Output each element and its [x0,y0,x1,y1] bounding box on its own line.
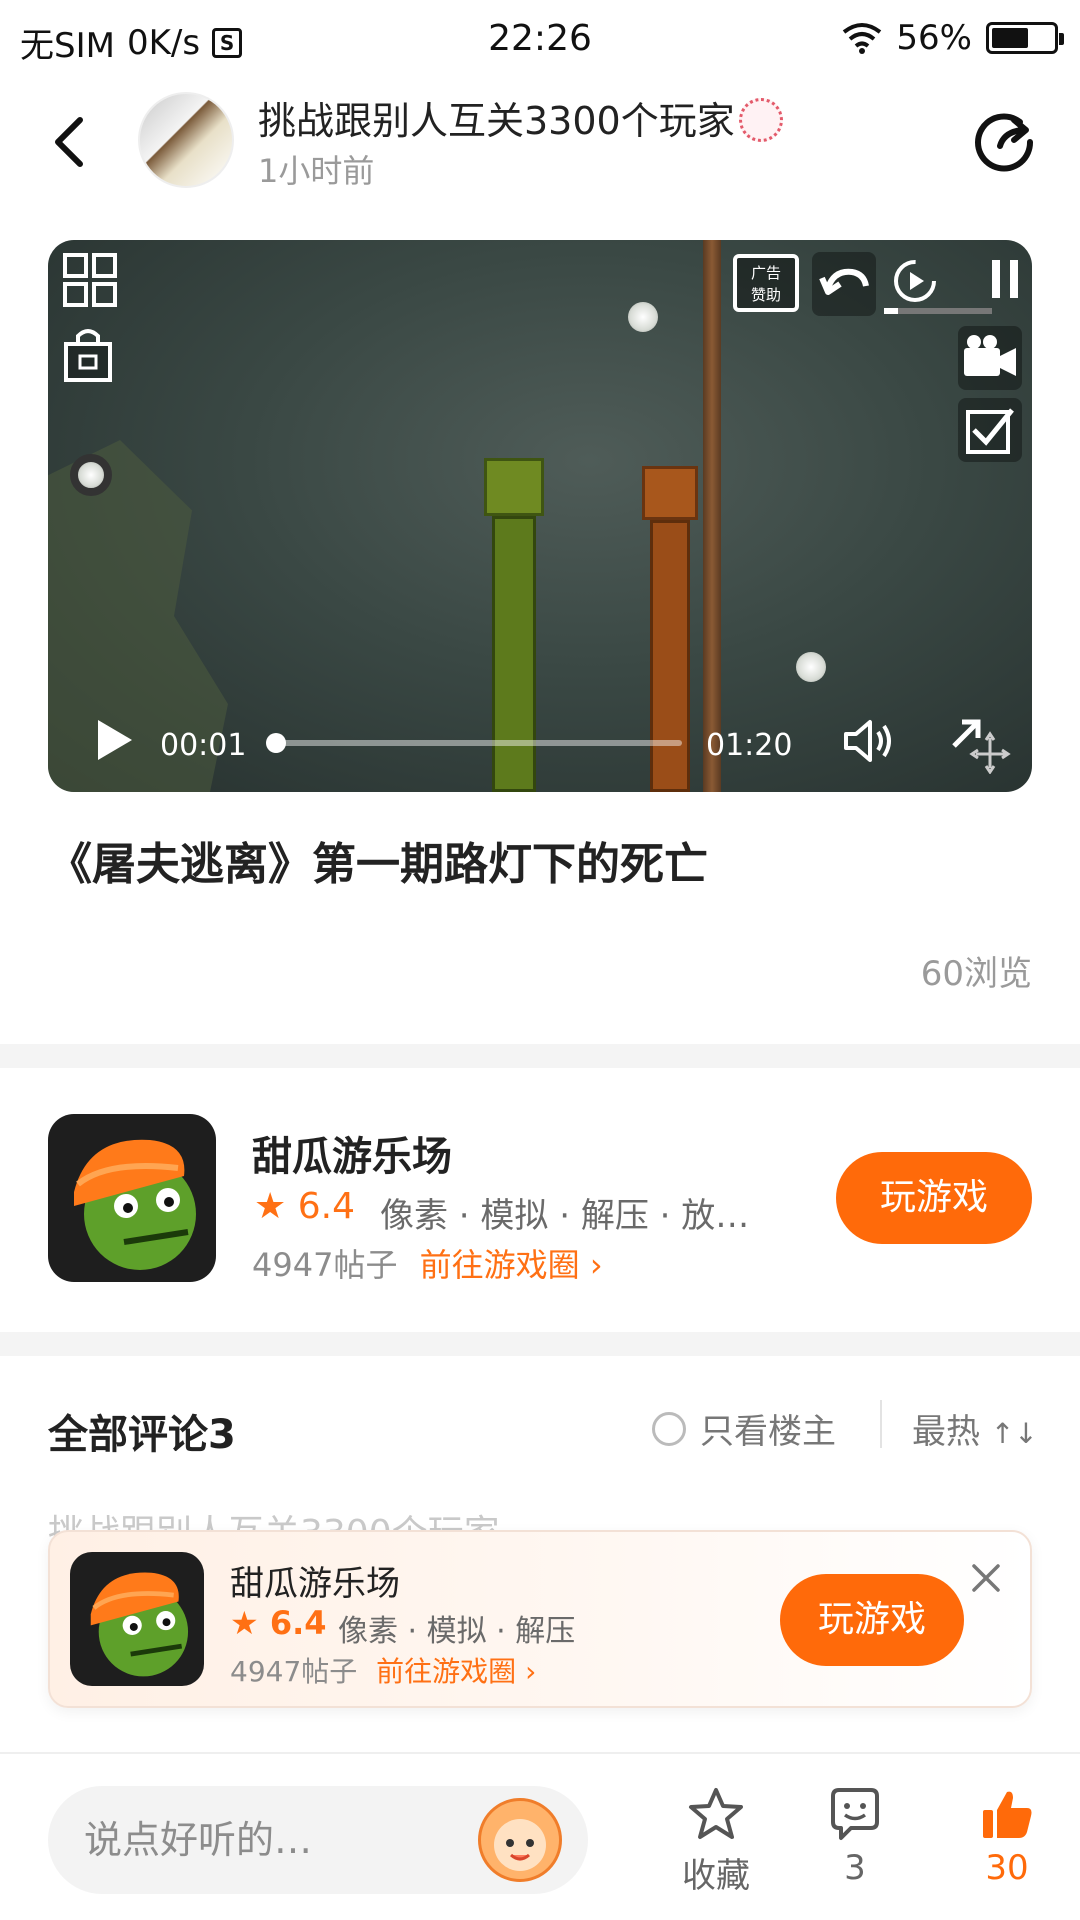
play-game-button[interactable]: 玩游戏 [836,1152,1032,1244]
star-icon: ★ [230,1604,259,1642]
banner-post-count-text: 4947帖子 [230,1655,358,1688]
back-arrow-icon[interactable] [42,112,102,172]
battery-percent: 56% [896,18,972,58]
goto-game-circle-label: 前往游戏圈 [419,1246,580,1284]
game-app-icon[interactable] [48,1114,216,1282]
game-post-count: 4947帖子 前往游戏圈 › [252,1240,603,1286]
banner-goto-game-circle-link[interactable]: 前往游戏圈 › [376,1655,536,1688]
star-icon: ★ [254,1186,287,1227]
divider [880,1400,882,1448]
game-tags: 像素 · 模拟 · 解压 · 放… [380,1196,750,1236]
video-duration: 01:20 [706,728,793,763]
view-count: 60浏览 [920,954,1032,994]
mascot-emoji-icon[interactable] [478,1798,562,1882]
video-green-figure-head [484,458,544,516]
section-divider [0,1332,1080,1356]
checkbox-button[interactable] [958,398,1022,462]
slow-motion-icon [894,260,936,302]
like-button[interactable]: 30 [952,1786,1062,1888]
camera-icon [964,335,1016,376]
undo-icon [819,268,869,295]
grid-menu-icon[interactable] [62,252,118,308]
sort-icon: ↑↓ [990,1417,1038,1450]
only-host-toggle[interactable]: 只看楼主 [652,1404,836,1453]
video-lamp-pole [703,240,721,792]
banner-goto-label: 前往游戏圈 [376,1655,517,1688]
video-brown-figure-body [650,520,690,792]
video-current-time: 00:01 [160,728,247,763]
sort-label: 最热 [912,1412,980,1452]
radio-icon[interactable] [652,1411,686,1446]
banner-play-game-button[interactable]: 玩游戏 [780,1574,964,1666]
battery-icon [986,22,1064,54]
status-bar: 无SIM 0K/s S 22:26 56% [0,0,1080,76]
favorite-button[interactable]: 收藏 [656,1786,776,1897]
author-avatar[interactable] [138,92,234,188]
checkbox-icon [966,408,1014,454]
comment-count: 3 [844,1848,866,1888]
volume-icon[interactable] [842,718,894,764]
ad-sponsor-label: 广告 赞助 [750,264,781,304]
comment-button[interactable]: 3 [800,1786,910,1888]
pause-icon [992,260,1018,298]
close-icon[interactable] [968,1560,1004,1596]
banner-game-tags: 像素 · 模拟 · 解压 [338,1614,576,1649]
video-player[interactable]: 广告 赞助 00:01 01:20 [48,240,1032,792]
game-name[interactable]: 甜瓜游乐场 [252,1124,452,1182]
game-rating-value: 6.4 [297,1186,355,1227]
share-icon[interactable] [974,108,1038,172]
section-divider [0,1044,1080,1068]
thumbs-up-icon [983,1791,1032,1838]
mascot-face-icon [494,1819,546,1871]
undo-button[interactable] [812,252,876,316]
ad-sponsor-button[interactable]: 广告 赞助 [733,254,799,312]
author-name-text: 挑战跟别人互关3300个玩家 [258,99,735,143]
badge-stamp-icon [738,98,783,142]
comments-title: 全部评论3 [48,1412,236,1458]
banner-rating-value: 6.4 [269,1604,327,1642]
like-count: 30 [985,1848,1029,1888]
bottom-bar-divider [0,1752,1080,1754]
slow-motion-control[interactable] [884,252,1028,316]
play-icon[interactable] [94,718,134,762]
game-post-count-text: 4947帖子 [252,1246,398,1284]
banner-game-rating: ★ 6.4 [230,1604,327,1642]
sort-dropdown[interactable]: 最热 ↑↓ [912,1404,1038,1453]
video-green-figure-body [492,516,536,792]
shop-bag-icon[interactable] [62,326,114,384]
wifi-icon [843,23,882,54]
author-name[interactable]: 挑战跟别人互关3300个玩家 [258,90,783,145]
post-time: 1小时前 [258,152,375,190]
post-title: 《屠夫逃离》第一期路灯下的死亡 [48,839,708,890]
video-orb [796,652,826,682]
floating-game-banner[interactable]: 甜瓜游乐场 ★ 6.4 像素 · 模拟 · 解压 4947帖子 前往游戏圈 › … [48,1530,1032,1708]
progress-knob[interactable] [266,733,286,753]
camera-button[interactable] [958,326,1022,390]
video-brown-figure-head [642,466,698,520]
only-host-label: 只看楼主 [700,1412,836,1452]
video-progress-bar[interactable] [266,733,682,753]
star-outline-icon [689,1788,743,1839]
favorite-label: 收藏 [682,1856,750,1896]
game-card[interactable]: 甜瓜游乐场 ★ 6.4 像素 · 模拟 · 解压 · 放… 4947帖子 前往游… [0,1068,1080,1332]
melon-character-icon [90,1572,189,1677]
game-rating: ★ 6.4 [254,1186,355,1227]
video-orb [70,454,112,496]
banner-game-icon[interactable] [70,1552,204,1686]
banner-game-name[interactable]: 甜瓜游乐场 [230,1556,400,1605]
comment-bubble-icon [831,1788,879,1840]
goto-game-circle-link[interactable]: 前往游戏圈 › [420,1246,603,1284]
fullscreen-icon[interactable] [948,712,1018,774]
banner-post-count: 4947帖子 前往游戏圈 › [230,1650,536,1690]
video-orb [628,302,658,332]
melon-character-icon [74,1139,196,1270]
